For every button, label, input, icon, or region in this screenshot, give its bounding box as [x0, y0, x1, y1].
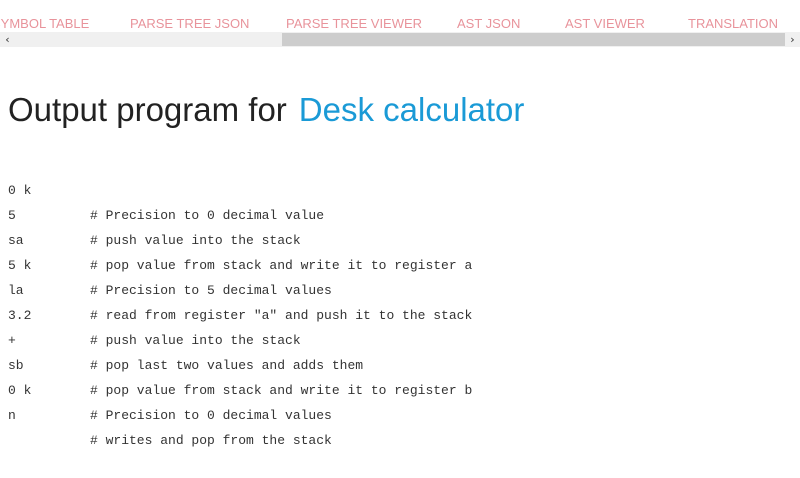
program-code: n	[8, 408, 16, 423]
program-line: + # pop last two values and adds them	[8, 303, 788, 373]
tab-parse-tree-json[interactable]: PARSE TREE JSON	[130, 16, 249, 32]
program-line: 0 k # Precision to 0 decimal values	[8, 353, 788, 423]
program-line: sa # pop value from stack and write it t…	[8, 203, 788, 273]
tab-ast-viewer[interactable]: AST VIEWER	[565, 16, 645, 32]
language-name: Desk calculator	[298, 91, 525, 128]
scrollbar-thumb[interactable]	[282, 33, 785, 46]
program-comment: # writes and pop from the stack	[90, 433, 332, 448]
program-line: 5 k # Precision to 5 decimal values	[8, 228, 788, 298]
output-program: 0 k # Precision to 0 decimal value 5 # p…	[8, 153, 788, 448]
page-title: Output program for Desk calculator	[8, 88, 524, 132]
program-line: 0 k # Precision to 0 decimal value	[8, 153, 788, 223]
tab-translation[interactable]: TRANSLATION	[664, 16, 800, 32]
program-line: la # read from register "a" and push it …	[8, 253, 788, 323]
program-comment: # Precision to 0 decimal values	[90, 408, 332, 423]
scroll-left-icon[interactable]: ‹	[0, 32, 15, 47]
tab-symbol-table[interactable]: SYMBOL TABLE	[0, 16, 89, 32]
scroll-right-icon[interactable]: ›	[785, 32, 800, 47]
tab-bar: SYMBOL TABLE PARSE TREE JSON PARSE TREE …	[0, 0, 800, 32]
tab-ast-json[interactable]: AST JSON	[457, 16, 520, 32]
tab-parse-tree-viewer[interactable]: PARSE TREE VIEWER	[286, 16, 422, 32]
horizontal-scrollbar[interactable]: ‹ ›	[0, 32, 800, 47]
program-line: sb # pop value from stack and write it t…	[8, 328, 788, 398]
program-line: 5 # push value into the stack	[8, 178, 788, 248]
page-title-prefix: Output program for	[8, 91, 287, 128]
program-line: n # writes and pop from the stack	[8, 378, 788, 448]
program-line: 3.2 # push value into the stack	[8, 278, 788, 348]
